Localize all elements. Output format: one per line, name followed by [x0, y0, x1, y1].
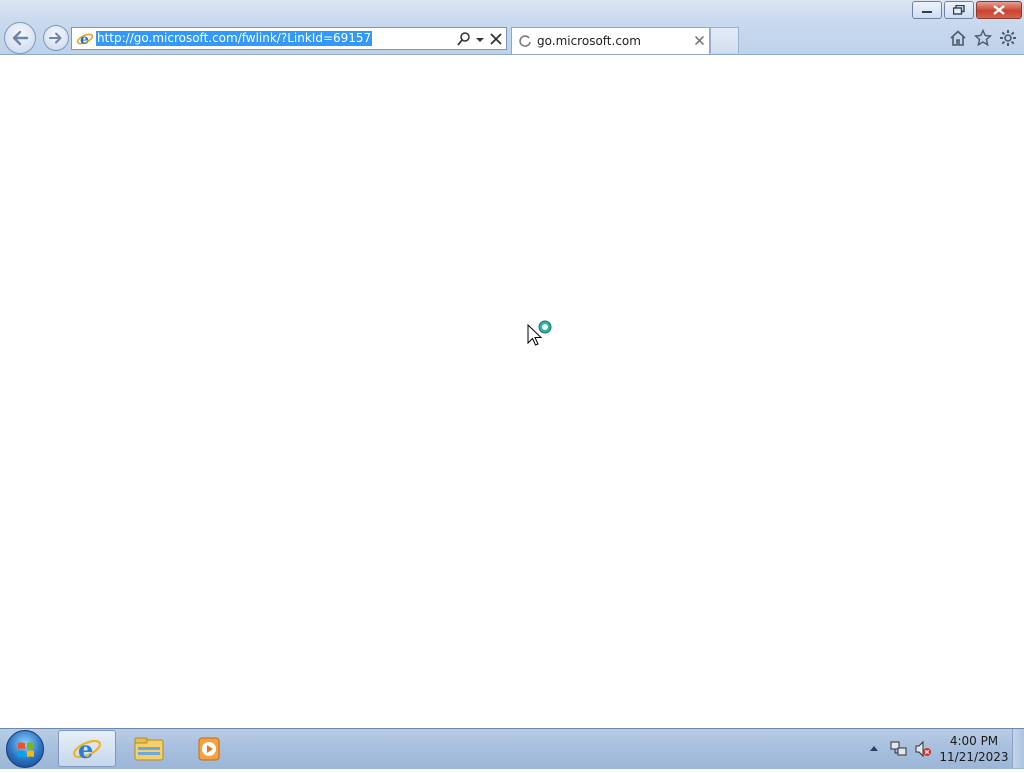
restore-icon	[953, 5, 965, 15]
file-explorer-icon	[134, 737, 164, 760]
show-desktop-button[interactable]	[1012, 729, 1024, 768]
network-icon[interactable]	[890, 740, 908, 758]
taskbar-file-explorer[interactable]	[120, 730, 178, 767]
search-icon[interactable]	[456, 31, 472, 47]
svg-text:e: e	[80, 32, 89, 48]
address-bar[interactable]: e http://go.microsoft.com/fwlink/?LinkId…	[71, 27, 507, 50]
taskbar: e 4:00 PM 11/21/2023	[0, 728, 1024, 769]
clock-date: 11/21/2023	[939, 750, 1009, 764]
busy-cursor-icon	[527, 320, 552, 346]
media-player-icon	[198, 737, 220, 760]
svg-text:e: e	[78, 735, 93, 764]
forward-button[interactable]	[43, 25, 69, 51]
windows-logo-icon	[18, 742, 34, 757]
close-icon[interactable]	[694, 35, 705, 46]
close-button[interactable]	[976, 1, 1022, 19]
forward-arrow-icon	[49, 32, 62, 44]
back-button[interactable]	[4, 22, 36, 54]
new-tab-button[interactable]	[710, 27, 739, 53]
show-hidden-icons-icon[interactable]	[869, 744, 879, 752]
taskbar-internet-explorer[interactable]: e	[58, 730, 116, 767]
stop-icon[interactable]	[488, 31, 504, 47]
close-icon	[993, 5, 1005, 15]
taskbar-media-player[interactable]	[180, 730, 238, 767]
internet-explorer-icon: e	[72, 735, 102, 764]
back-arrow-icon	[12, 30, 29, 46]
loading-spinner-icon	[519, 35, 531, 47]
system-clock[interactable]: 4:00 PM 11/21/2023	[938, 733, 1010, 765]
tools-gear-icon[interactable]	[999, 29, 1017, 47]
start-button[interactable]	[6, 730, 44, 768]
window-controls	[912, 1, 1022, 19]
dropdown-icon[interactable]	[474, 31, 486, 47]
tab-title: go.microsoft.com	[537, 34, 641, 48]
clock-time: 4:00 PM	[949, 734, 999, 748]
home-icon[interactable]	[949, 29, 967, 47]
page-content-area[interactable]	[0, 55, 1024, 728]
tab-go-microsoft[interactable]: go.microsoft.com	[511, 27, 710, 54]
ie-page-icon: e	[76, 32, 94, 48]
minimize-icon	[922, 11, 932, 13]
restore-button[interactable]	[944, 1, 974, 19]
address-url[interactable]: http://go.microsoft.com/fwlink/?LinkId=6…	[96, 31, 373, 46]
favorites-star-icon[interactable]	[974, 29, 992, 47]
minimize-button[interactable]	[912, 1, 942, 19]
browser-title-bar: e http://go.microsoft.com/fwlink/?LinkId…	[0, 0, 1024, 55]
volume-muted-icon[interactable]	[914, 740, 932, 758]
